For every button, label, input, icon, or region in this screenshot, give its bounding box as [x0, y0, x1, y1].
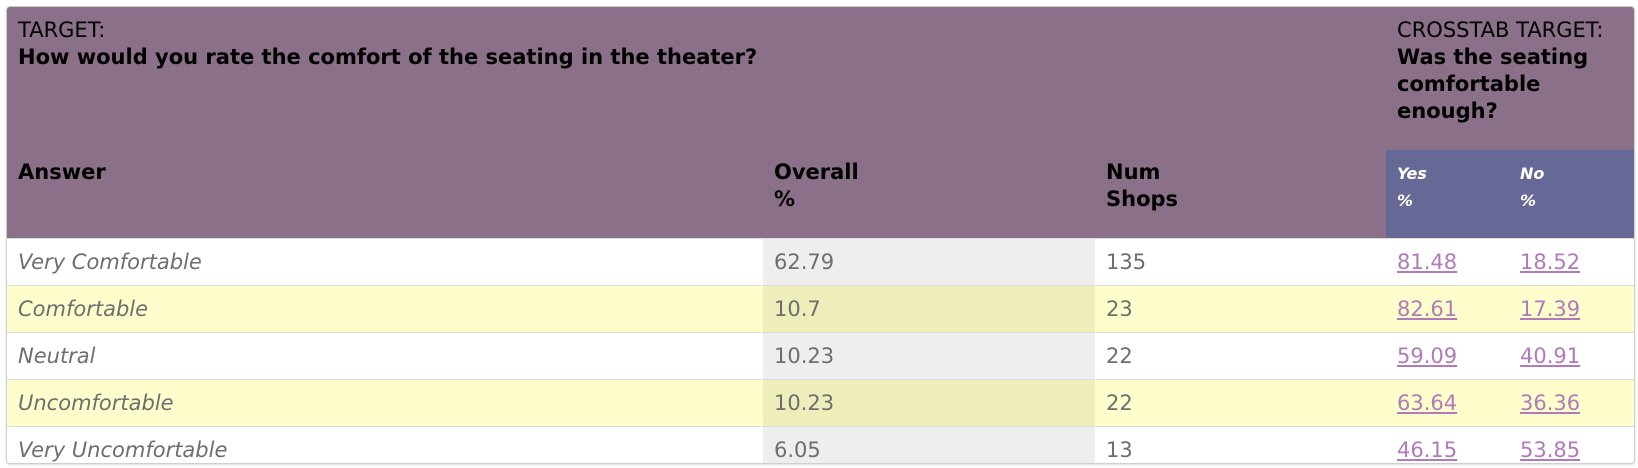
no-link[interactable]: 53.85 [1520, 438, 1580, 462]
column-header-answer: Answer [7, 150, 763, 239]
answer-cell: Comfortable [7, 285, 763, 333]
target-label: TARGET: [18, 18, 106, 42]
yes-link[interactable]: 81.48 [1397, 250, 1457, 274]
yes-cell: 82.61 [1386, 285, 1510, 333]
overall-cell: 10.23 [763, 379, 1095, 427]
num-shops-cell: 23 [1095, 285, 1387, 333]
overall-cell: 62.79 [763, 238, 1095, 286]
yes-cell: 81.48 [1386, 238, 1510, 286]
no-cell: 40.91 [1509, 332, 1634, 380]
answer-cell: Very Comfortable [7, 238, 763, 286]
column-header-no: No % [1509, 150, 1634, 239]
yes-link[interactable]: 63.64 [1397, 391, 1457, 415]
yes-link[interactable]: 82.61 [1397, 297, 1457, 321]
no-cell: 36.36 [1509, 379, 1634, 427]
column-header-overall: Overall % [763, 150, 1095, 239]
header-row-columns: Answer Overall % Num Shops Yes % No % [7, 150, 1634, 239]
crosstab-header: CROSSTAB TARGET: Was the seating comfort… [1386, 7, 1634, 150]
answer-cell: Neutral [7, 332, 763, 380]
no-cell: 18.52 [1509, 238, 1634, 286]
no-link[interactable]: 18.52 [1520, 250, 1580, 274]
table-row: Very Comfortable 62.79 135 81.48 18.52 [7, 238, 1634, 286]
no-cell: 53.85 [1509, 426, 1634, 463]
answer-cell: Very Uncomfortable [7, 426, 763, 463]
header-row-top: TARGET: How would you rate the comfort o… [7, 7, 1634, 150]
crosstab-label: CROSSTAB TARGET: [1397, 18, 1604, 42]
overall-cell: 6.05 [763, 426, 1095, 463]
overall-cell: 10.7 [763, 285, 1095, 333]
target-question: How would you rate the comfort of the se… [18, 45, 758, 69]
column-header-yes: Yes % [1386, 150, 1510, 239]
table-row: Comfortable 10.7 23 82.61 17.39 [7, 285, 1634, 333]
num-shops-cell: 135 [1095, 238, 1387, 286]
answer-cell: Uncomfortable [7, 379, 763, 427]
table-row: Neutral 10.23 22 59.09 40.91 [7, 332, 1634, 380]
table-row: Very Uncomfortable 6.05 13 46.15 53.85 [7, 426, 1634, 463]
column-header-num-shops: Num Shops [1095, 150, 1387, 239]
crosstab-question: Was the seating comfortable enough? [1397, 45, 1589, 123]
yes-cell: 63.64 [1386, 379, 1510, 427]
table-row: Uncomfortable 10.23 22 63.64 36.36 [7, 379, 1634, 427]
overall-cell: 10.23 [763, 332, 1095, 380]
crosstab-table: TARGET: How would you rate the comfort o… [7, 7, 1634, 463]
num-shops-cell: 22 [1095, 332, 1387, 380]
no-link[interactable]: 17.39 [1520, 297, 1580, 321]
no-link[interactable]: 36.36 [1520, 391, 1580, 415]
yes-link[interactable]: 59.09 [1397, 344, 1457, 368]
target-header: TARGET: How would you rate the comfort o… [7, 7, 1387, 150]
num-shops-cell: 13 [1095, 426, 1387, 463]
num-shops-cell: 22 [1095, 379, 1387, 427]
yes-cell: 46.15 [1386, 426, 1510, 463]
no-link[interactable]: 40.91 [1520, 344, 1580, 368]
no-cell: 17.39 [1509, 285, 1634, 333]
crosstab-table-container: TARGET: How would you rate the comfort o… [6, 6, 1635, 464]
yes-cell: 59.09 [1386, 332, 1510, 380]
yes-link[interactable]: 46.15 [1397, 438, 1457, 462]
